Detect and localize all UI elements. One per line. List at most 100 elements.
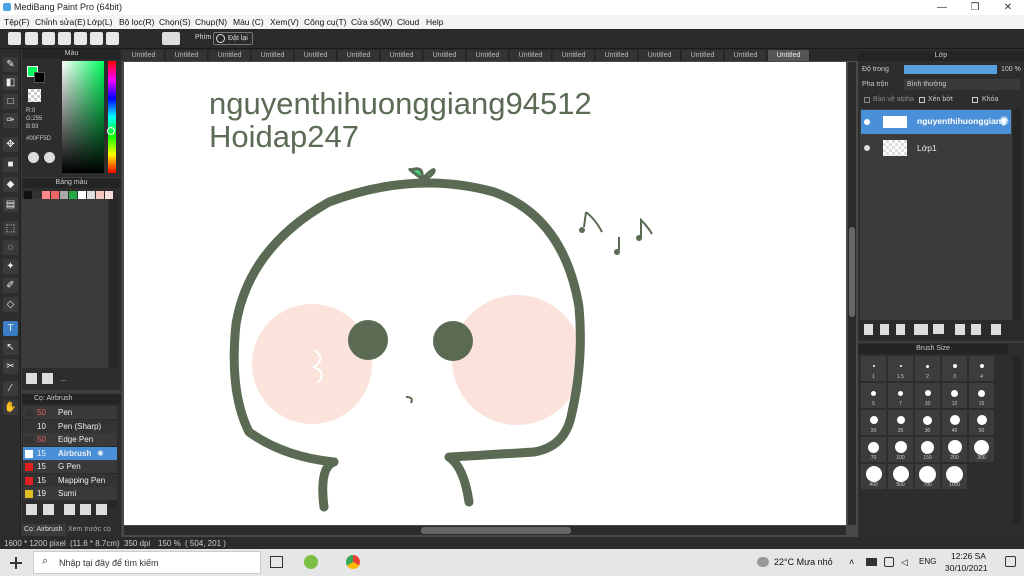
brush-size-cell[interactable]: 200 bbox=[942, 437, 967, 462]
layer-row[interactable]: Lớp1 bbox=[861, 136, 1011, 160]
palette-more[interactable]: ... bbox=[60, 374, 67, 383]
brush-size-cell[interactable]: 30 bbox=[915, 410, 940, 435]
brush-size-cell[interactable]: 25 bbox=[888, 410, 913, 435]
new-halftone-layer-icon[interactable] bbox=[880, 324, 889, 335]
menu-layer[interactable]: Lớp(L) bbox=[87, 17, 112, 27]
document-tab[interactable]: Untitled bbox=[682, 50, 724, 61]
close-button[interactable]: ✕ bbox=[993, 1, 1023, 14]
menu-view[interactable]: Xem(V) bbox=[270, 17, 299, 27]
document-tab[interactable]: Untitled bbox=[467, 50, 509, 61]
pen-tool[interactable]: ✑ bbox=[3, 113, 18, 128]
blend-select[interactable]: Bình thường bbox=[904, 79, 1020, 90]
text-tool[interactable]: T bbox=[3, 321, 18, 336]
transparent-color[interactable] bbox=[28, 89, 41, 102]
weather-text[interactable]: 22°C Mưa nhỏ bbox=[774, 557, 833, 567]
document-tab[interactable]: Untitled bbox=[381, 50, 423, 61]
layers-scrollbar[interactable] bbox=[1013, 109, 1021, 321]
bucket-tool[interactable]: ◆ bbox=[3, 177, 18, 192]
menu-filter[interactable]: Bộ lọc(R) bbox=[119, 17, 154, 27]
document-tab[interactable]: Untitled bbox=[166, 50, 208, 61]
new-8bit-layer-icon[interactable] bbox=[896, 324, 905, 335]
palette-swatch[interactable] bbox=[87, 191, 95, 199]
menu-window[interactable]: Cửa sổ(W) bbox=[351, 17, 393, 27]
clock-time[interactable]: 12:26 SA bbox=[951, 551, 986, 561]
document-tab[interactable]: Untitled bbox=[639, 50, 681, 61]
panel-icon[interactable] bbox=[90, 32, 103, 45]
folder-icon[interactable] bbox=[933, 324, 944, 334]
volume-icon[interactable]: ◁ bbox=[901, 557, 908, 568]
palette-swatch[interactable] bbox=[60, 191, 68, 199]
menu-cloud[interactable]: Cloud bbox=[397, 17, 419, 27]
brush-size-cell[interactable]: 1.5 bbox=[888, 356, 913, 381]
document-tab[interactable]: Untitled bbox=[252, 50, 294, 61]
select-eraser-tool[interactable]: ◇ bbox=[3, 297, 18, 312]
brush-item[interactable]: 50 Edge Pen bbox=[23, 433, 117, 446]
brush-item[interactable]: 15 Mapping Pen bbox=[23, 473, 117, 487]
app-icon-medibang[interactable] bbox=[304, 555, 318, 569]
saturation-picker[interactable] bbox=[62, 61, 104, 173]
brush-settings-icon[interactable] bbox=[64, 504, 75, 515]
magic-wand-tool[interactable]: ✦ bbox=[3, 259, 18, 274]
brush-folder-icon[interactable] bbox=[80, 504, 91, 515]
brush-size-cell[interactable]: 15 bbox=[969, 383, 994, 408]
palette-swatch[interactable] bbox=[105, 191, 113, 199]
document-tab[interactable]: Untitled bbox=[553, 50, 595, 61]
select-rect-tool[interactable]: ⬚ bbox=[3, 221, 18, 236]
eyedropper-tool[interactable]: ⁄ bbox=[3, 381, 18, 396]
menu-tools[interactable]: Công cụ(T) bbox=[304, 17, 347, 27]
brush-size-cell[interactable]: 300 bbox=[969, 437, 994, 462]
palette-swatch[interactable] bbox=[33, 191, 41, 199]
document-tab[interactable]: Untitled bbox=[725, 50, 767, 61]
protect-alpha-checkbox[interactable] bbox=[864, 97, 870, 103]
visibility-icon[interactable] bbox=[864, 119, 870, 125]
add-brush-icon[interactable] bbox=[43, 504, 54, 515]
lasso-tool[interactable]: ◌ bbox=[3, 240, 18, 255]
document-tab[interactable]: Untitled bbox=[338, 50, 380, 61]
brush-size-cell[interactable]: 12 bbox=[942, 383, 967, 408]
menu-file[interactable]: Tệp(F) bbox=[4, 17, 30, 27]
brush-size-cell[interactable]: 500 bbox=[888, 464, 913, 489]
brush-size-cell[interactable]: 1 bbox=[861, 356, 886, 381]
clock-date[interactable]: 30/10/2021 bbox=[945, 563, 988, 573]
brush-size-cell[interactable]: 7 bbox=[888, 383, 913, 408]
brush-size-cell[interactable]: 700 bbox=[915, 464, 940, 489]
operation-tool[interactable]: ↖ bbox=[3, 340, 18, 355]
hand-tool[interactable]: ✋ bbox=[3, 400, 18, 415]
hue-handle[interactable] bbox=[107, 127, 115, 135]
menu-help[interactable]: Help bbox=[426, 17, 443, 27]
document-tab[interactable]: Untitled bbox=[295, 50, 337, 61]
notification-icon[interactable] bbox=[1005, 556, 1016, 567]
gradient-tool[interactable]: ▤ bbox=[3, 197, 18, 212]
cloud-icon[interactable] bbox=[8, 32, 21, 45]
brush-size-cell[interactable]: 50 bbox=[969, 410, 994, 435]
delete-color-icon[interactable] bbox=[42, 373, 53, 384]
palette-swatch[interactable] bbox=[24, 191, 32, 199]
gear-icon[interactable]: ✺ bbox=[97, 447, 104, 460]
upload-icon[interactable] bbox=[25, 32, 38, 45]
battery-icon[interactable] bbox=[866, 558, 877, 566]
search-box[interactable]: ⌕ Nhập tại đây để tìm kiếm bbox=[33, 551, 261, 574]
palette-swatch[interactable] bbox=[78, 191, 86, 199]
maximize-button[interactable]: ❐ bbox=[960, 1, 990, 14]
tab-brush-preview[interactable]: Xem trước cọ bbox=[68, 524, 120, 536]
network-icon[interactable] bbox=[884, 557, 894, 567]
brush-size-cell[interactable]: 2 bbox=[915, 356, 940, 381]
fill-rect-tool[interactable]: ■ bbox=[3, 157, 18, 172]
background-color[interactable] bbox=[34, 72, 45, 83]
add-color-icon[interactable] bbox=[26, 373, 37, 384]
drawing-canvas[interactable]: nguyenthihuonggiang94512 Hoidap247 bbox=[124, 62, 846, 525]
language-indicator[interactable]: ENG bbox=[919, 557, 936, 566]
document-tab[interactable]: Untitled bbox=[209, 50, 251, 61]
grid-icon[interactable] bbox=[74, 32, 87, 45]
canvas-hscroll[interactable] bbox=[124, 526, 846, 535]
brush-size-cell[interactable]: 400 bbox=[861, 464, 886, 489]
canvas-vscroll[interactable] bbox=[848, 62, 856, 525]
brush-item[interactable]: 50 Pen bbox=[23, 406, 117, 419]
move-tool[interactable]: ✥ bbox=[3, 137, 18, 152]
eraser-tool[interactable]: ◧ bbox=[3, 75, 18, 90]
add-layer-menu-icon[interactable] bbox=[914, 324, 928, 335]
comment-icon[interactable] bbox=[42, 32, 55, 45]
brush-item[interactable]: 15 G Pen bbox=[23, 460, 117, 473]
undo-button[interactable] bbox=[162, 32, 180, 45]
document-tab[interactable]: Untitled bbox=[596, 50, 638, 61]
